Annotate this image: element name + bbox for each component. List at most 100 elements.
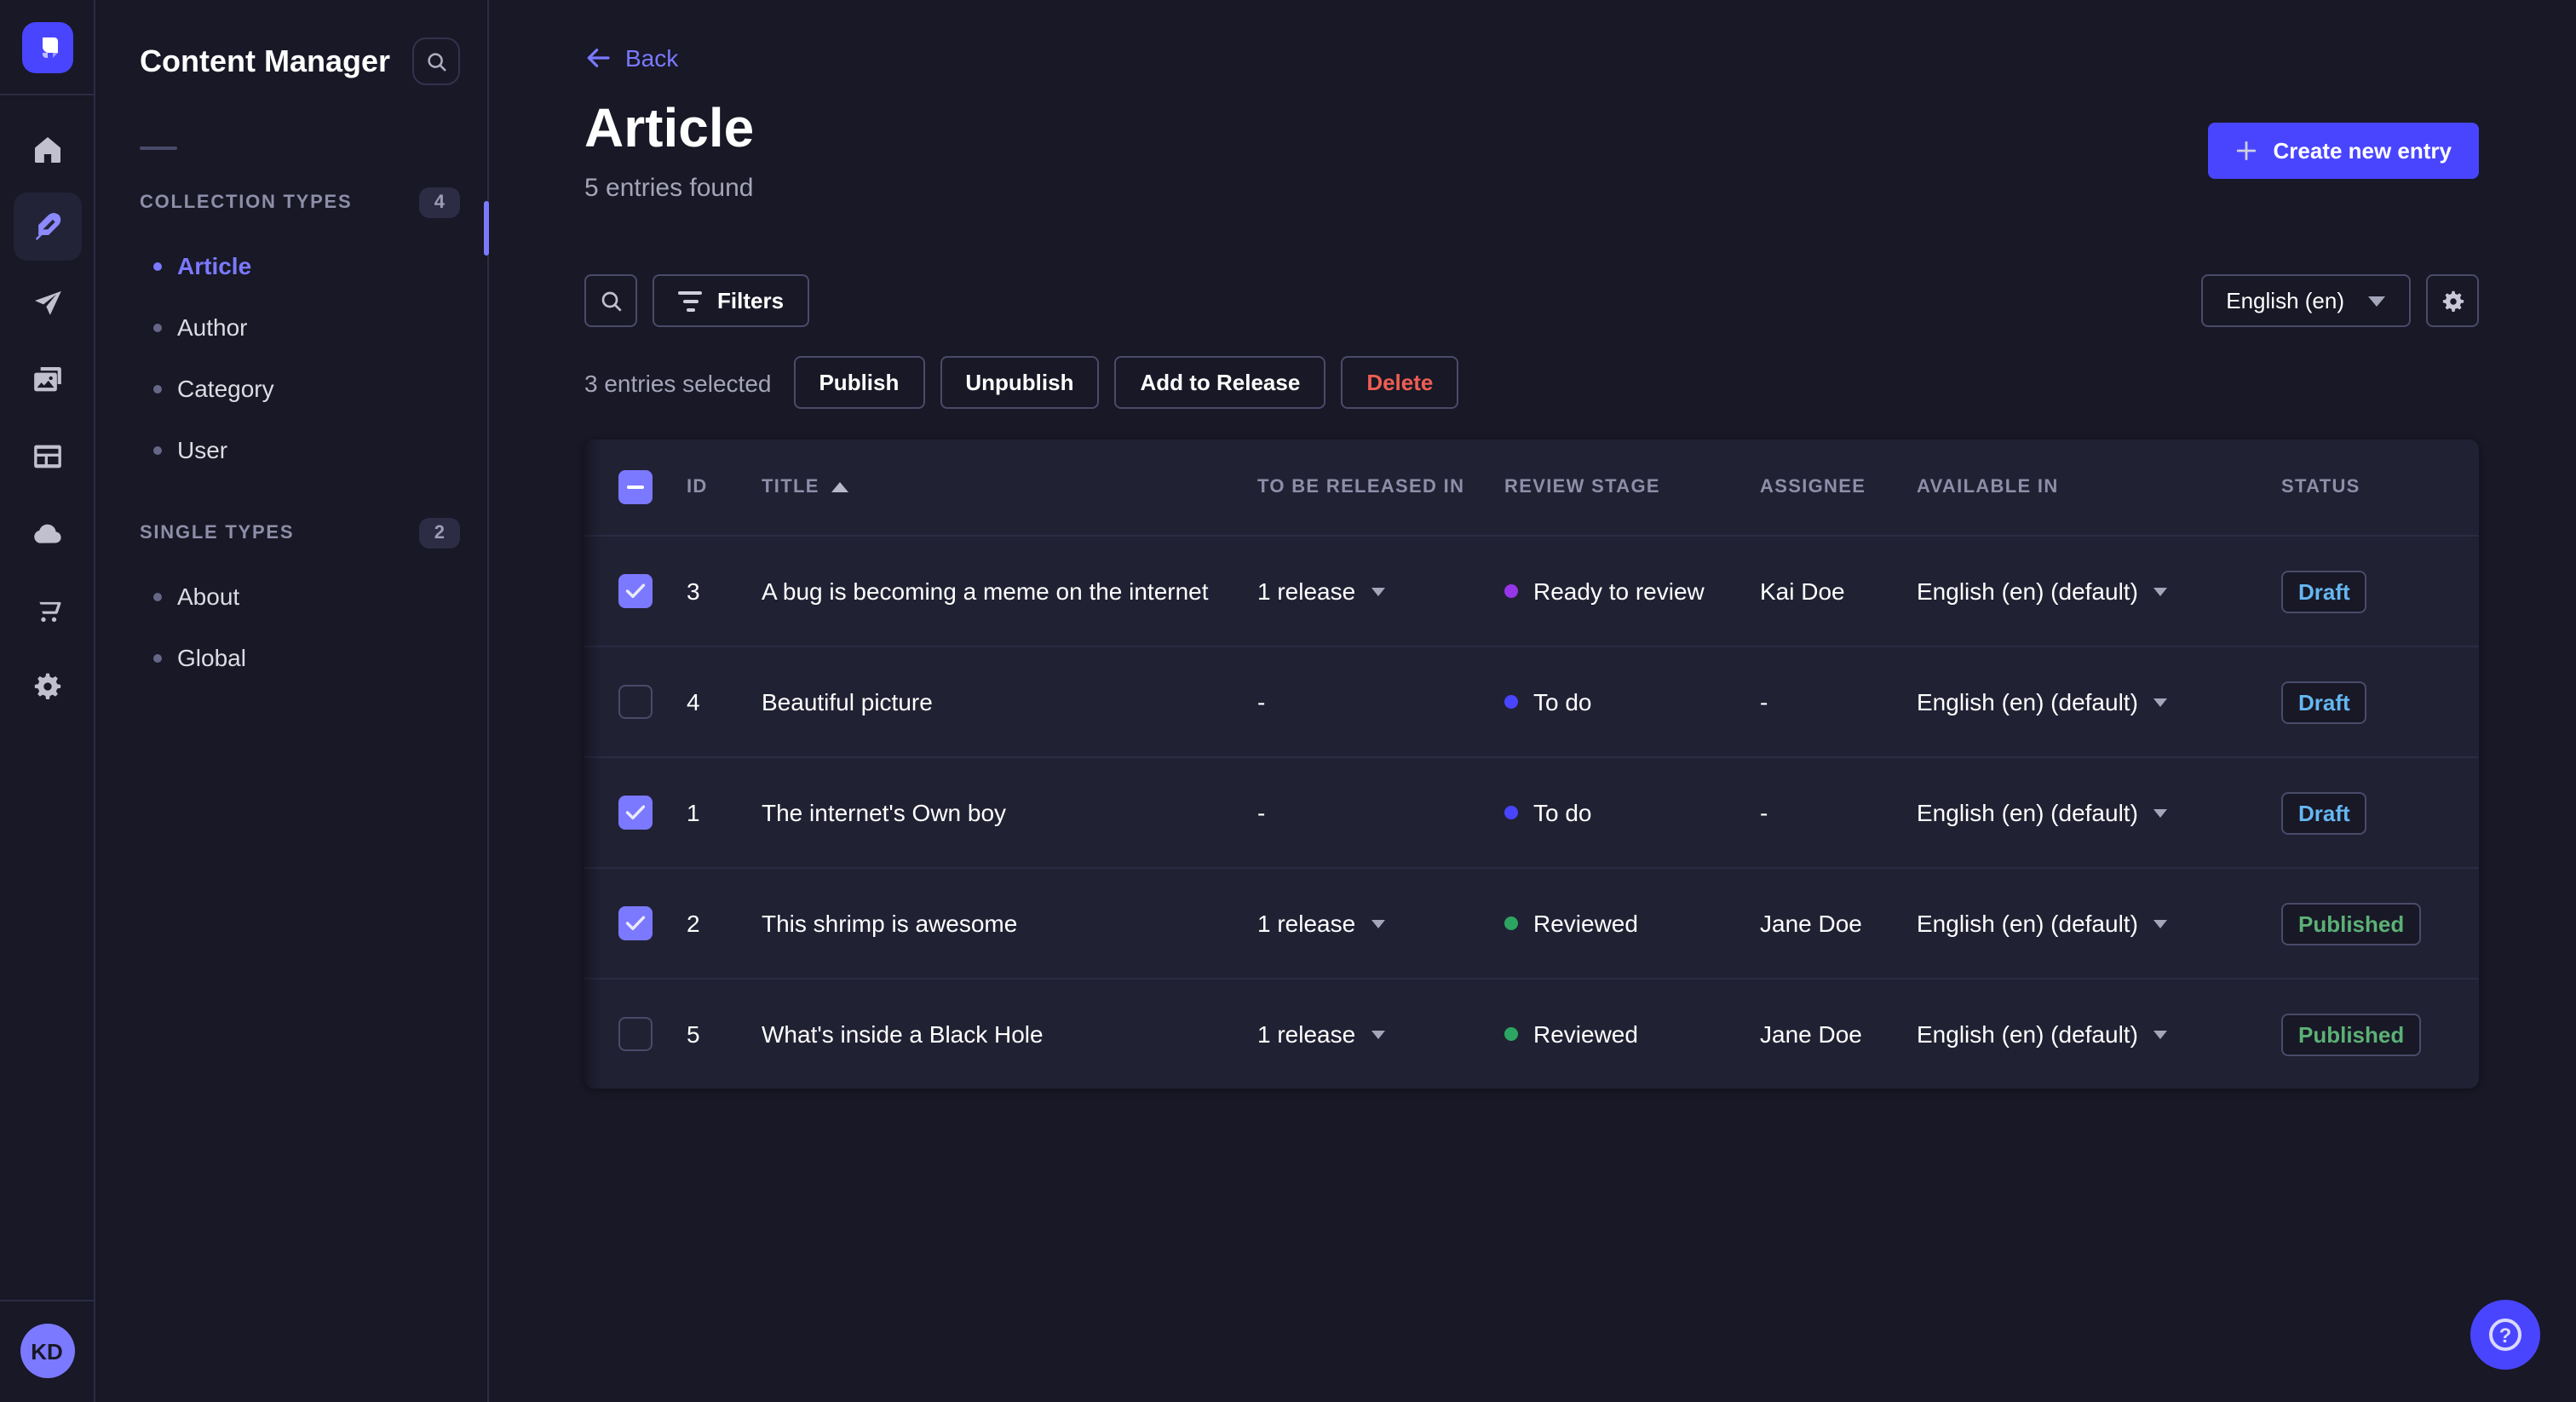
row-assignee: Kai Doe — [1760, 577, 1845, 606]
row-release[interactable]: 1 release — [1257, 910, 1504, 937]
create-new-entry-label: Create new entry — [2273, 138, 2452, 164]
sidebar-item-article[interactable]: Article — [95, 235, 487, 296]
row-release[interactable]: - — [1257, 688, 1504, 715]
content-manager-feather-icon[interactable] — [13, 192, 81, 261]
single-types-count-badge: 2 — [418, 518, 460, 549]
search-button[interactable] — [584, 274, 637, 328]
row-locale[interactable]: English (en) (default) — [1917, 577, 2281, 605]
row-locale[interactable]: English (en) (default) — [1917, 688, 2281, 715]
row-checkbox[interactable] — [618, 906, 653, 941]
bullet-icon — [153, 592, 162, 600]
settings-gear-icon[interactable] — [13, 652, 81, 721]
row-review-stage[interactable]: Reviewed — [1504, 1020, 1760, 1048]
row-title[interactable]: The internet's Own boy — [762, 799, 1257, 826]
content-manager-sidebar: Content Manager COLLECTION TYPES 4 Artic… — [95, 0, 489, 1402]
row-checkbox[interactable] — [618, 796, 653, 830]
back-label: Back — [625, 44, 679, 72]
sidebar-item-label: User — [177, 436, 228, 463]
row-release[interactable]: 1 release — [1257, 577, 1504, 605]
column-header-id[interactable]: ID — [687, 477, 762, 497]
row-review-stage[interactable]: Reviewed — [1504, 910, 1760, 937]
locale-select[interactable]: English (en) — [2200, 274, 2411, 328]
table-body: 3 A bug is becoming a meme on the intern… — [584, 535, 2479, 1089]
row-id: 4 — [687, 688, 700, 716]
row-review-stage[interactable]: Ready to review — [1504, 577, 1760, 605]
help-button[interactable]: ? — [2470, 1300, 2540, 1370]
nav-rail-menu — [13, 116, 81, 721]
sidebar-item-category[interactable]: Category — [95, 358, 487, 419]
row-id: 3 — [687, 577, 700, 606]
table-row[interactable]: 3 A bug is becoming a meme on the intern… — [584, 535, 2479, 646]
chevron-down-icon — [1371, 1030, 1385, 1039]
table-row[interactable]: 5 What's inside a Black Hole 1 release R… — [584, 978, 2479, 1089]
column-header-title[interactable]: TITLE — [762, 477, 1257, 497]
chevron-down-icon — [2153, 698, 2167, 707]
row-checkbox[interactable] — [618, 685, 653, 720]
sidebar-item-author[interactable]: Author — [95, 296, 487, 358]
row-assignee: - — [1760, 688, 1768, 716]
row-title[interactable]: What's inside a Black Hole — [762, 1020, 1257, 1048]
sidebar-item-label: Article — [177, 252, 252, 279]
app-window: KD Content Manager COLLECTION TYPES 4 Ar… — [0, 0, 2576, 1402]
view-settings-button[interactable] — [2426, 274, 2479, 328]
marketplace-cart-icon[interactable] — [13, 576, 81, 644]
selection-count-text: 3 entries selected — [584, 369, 772, 397]
column-header-available-in: AVAILABLE IN — [1917, 477, 2059, 498]
row-title[interactable]: A bug is becoming a meme on the internet — [762, 577, 1257, 605]
column-header-review-stage: REVIEW STAGE — [1504, 477, 1660, 498]
create-new-entry-button[interactable]: Create new entry — [2208, 123, 2479, 179]
row-checkbox[interactable] — [618, 574, 653, 609]
status-badge: Draft — [2281, 570, 2367, 613]
single-types-label: SINGLE TYPES — [140, 523, 295, 543]
row-id: 5 — [687, 1020, 700, 1049]
row-release[interactable]: - — [1257, 799, 1504, 826]
sidebar-search-button[interactable] — [412, 37, 460, 85]
publish-button[interactable]: Publish — [793, 356, 925, 410]
unpublish-button[interactable]: Unpublish — [940, 356, 1100, 410]
row-release[interactable]: 1 release — [1257, 1020, 1504, 1048]
strapi-logo[interactable] — [0, 0, 95, 95]
table-row[interactable]: 2 This shrimp is awesome 1 release Revie… — [584, 867, 2479, 978]
content-type-builder-layout-icon[interactable] — [13, 422, 81, 491]
back-link[interactable]: Back — [584, 44, 678, 72]
row-locale[interactable]: English (en) (default) — [1917, 910, 2281, 937]
row-checkbox[interactable] — [618, 1017, 653, 1052]
row-title[interactable]: Beautiful picture — [762, 688, 1257, 715]
sidebar-item-user[interactable]: User — [95, 419, 487, 480]
row-review-stage[interactable]: To do — [1504, 688, 1760, 715]
row-review-stage[interactable]: To do — [1504, 799, 1760, 826]
nav-rail: KD — [0, 0, 95, 1402]
bullet-icon — [153, 445, 162, 454]
chevron-down-icon — [2368, 296, 2385, 307]
row-id: 2 — [687, 910, 700, 938]
row-locale[interactable]: English (en) (default) — [1917, 799, 2281, 826]
row-locale[interactable]: English (en) (default) — [1917, 1020, 2281, 1048]
status-badge: Draft — [2281, 791, 2367, 835]
home-icon[interactable] — [13, 116, 81, 184]
filters-button[interactable]: Filters — [653, 274, 810, 328]
add-to-release-button[interactable]: Add to Release — [1114, 356, 1326, 410]
filter-icon — [678, 290, 702, 312]
entries-table: ID TITLE TO BE RELEASED IN REVIEW STAGE … — [584, 440, 2479, 1089]
delete-button[interactable]: Delete — [1341, 356, 1459, 410]
user-avatar[interactable]: KD — [20, 1324, 74, 1378]
sidebar-item-label: Global — [177, 644, 246, 671]
media-library-images-icon[interactable] — [13, 346, 81, 414]
sidebar-item-about[interactable]: About — [95, 566, 487, 627]
sidebar-item-global[interactable]: Global — [95, 627, 487, 688]
releases-paper-plane-icon[interactable] — [13, 269, 81, 337]
row-title[interactable]: This shrimp is awesome — [762, 910, 1257, 937]
main-content: Back Article 5 entries found Create new … — [489, 0, 2576, 1402]
row-assignee: Jane Doe — [1760, 1020, 1862, 1049]
table-row[interactable]: 4 Beautiful picture - To do - English (e… — [584, 646, 2479, 756]
cloud-icon[interactable] — [13, 499, 81, 567]
question-mark-icon: ? — [2489, 1319, 2521, 1351]
check-icon — [625, 805, 646, 820]
select-all-checkbox[interactable] — [618, 470, 653, 505]
chevron-down-icon — [2153, 808, 2167, 818]
nav-rail-footer: KD — [0, 1300, 95, 1402]
sidebar-item-label: Author — [177, 313, 248, 341]
status-badge: Published — [2281, 902, 2422, 945]
table-row[interactable]: 1 The internet's Own boy - To do - Engli… — [584, 756, 2479, 867]
status-badge: Published — [2281, 1013, 2422, 1056]
